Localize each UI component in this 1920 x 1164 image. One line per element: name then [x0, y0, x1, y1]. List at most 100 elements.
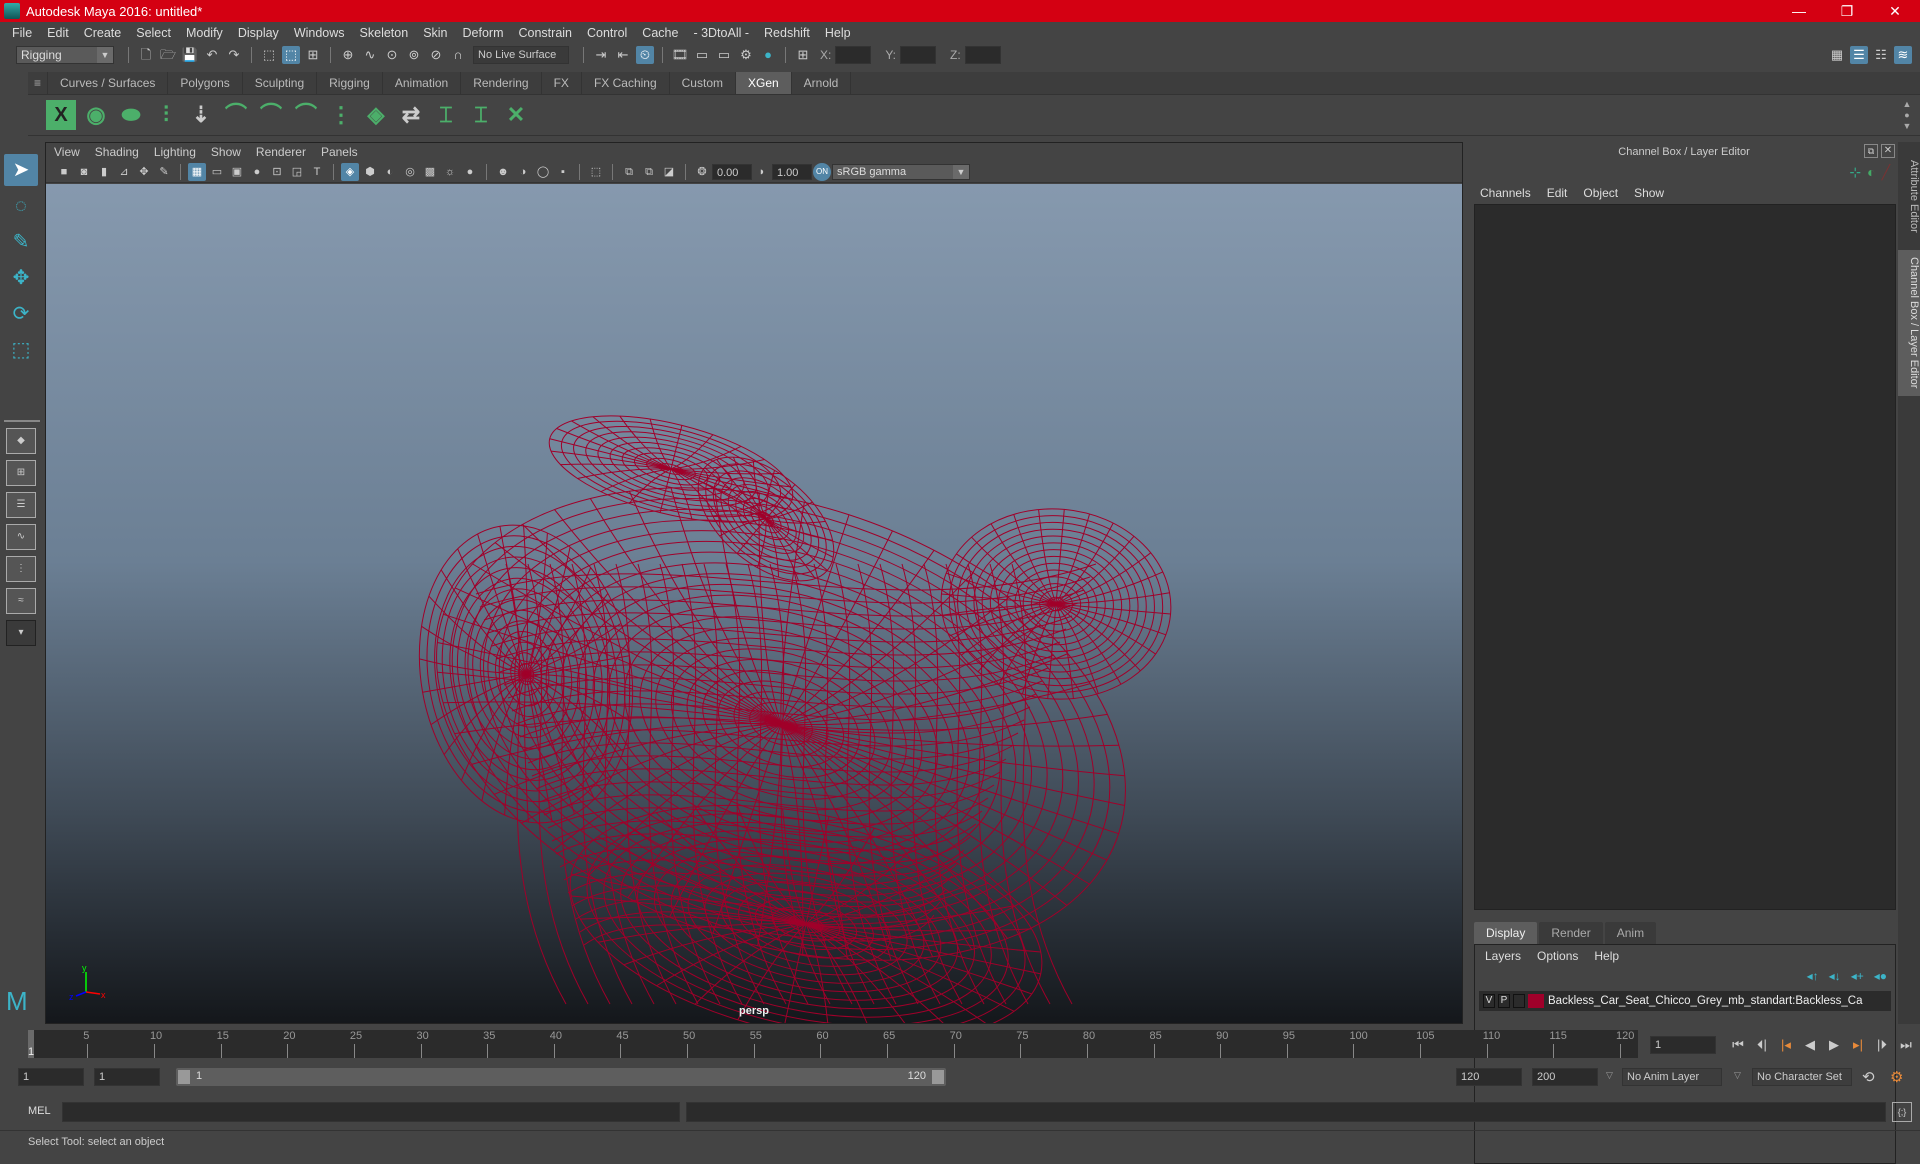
guide-box-icon[interactable]: ⌶: [466, 100, 496, 130]
2d-pan-zoom-icon[interactable]: ✥: [135, 163, 153, 181]
cb-menu-edit[interactable]: Edit: [1547, 186, 1568, 200]
isolate-select-icon[interactable]: ⬚: [587, 163, 605, 181]
bookmark-icon[interactable]: ▮: [95, 163, 113, 181]
snap-projected-icon[interactable]: ⊚: [405, 46, 423, 64]
character-set-dropdown[interactable]: No Character Set: [1752, 1068, 1852, 1086]
new-empty-layer-icon[interactable]: ◂+: [1851, 969, 1864, 983]
lasso-tool-icon[interactable]: ◌: [4, 190, 38, 222]
color-management-toggle-icon[interactable]: ON: [813, 162, 831, 181]
animation-end-field[interactable]: 200: [1532, 1068, 1598, 1086]
tool-settings-icon[interactable]: ☷: [1872, 46, 1890, 64]
vp-menu-show[interactable]: Show: [211, 145, 241, 159]
layer-row[interactable]: V P Backless_Car_Seat_Chicco_Grey_mb_sta…: [1479, 991, 1891, 1011]
gate-mask-icon[interactable]: ●: [248, 163, 266, 181]
shelf-tab-fx-caching[interactable]: FX Caching: [582, 72, 670, 94]
cb-menu-channels[interactable]: Channels: [1480, 186, 1531, 200]
screen-space-ao-icon[interactable]: ☻: [494, 163, 512, 181]
menu-constrain[interactable]: Constrain: [519, 26, 573, 40]
resolution-gate-icon[interactable]: ▣: [228, 163, 246, 181]
playback-end-field[interactable]: 120: [1456, 1068, 1522, 1086]
close-button[interactable]: ✕: [1872, 0, 1918, 22]
more-layouts-icon[interactable]: ▾: [6, 620, 36, 646]
shelf-tab-arnold[interactable]: Arnold: [792, 72, 852, 94]
menu-skin[interactable]: Skin: [423, 26, 447, 40]
restore-button[interactable]: ❐: [1824, 0, 1870, 22]
menu-create[interactable]: Create: [84, 26, 122, 40]
current-frame-field[interactable]: 1: [1650, 1036, 1716, 1054]
snap-grid-icon[interactable]: ⊕: [339, 46, 357, 64]
shadows-icon[interactable]: ●: [461, 163, 479, 181]
input-ops-icon[interactable]: ⇥: [592, 46, 610, 64]
preview-icon[interactable]: ◉: [81, 100, 111, 130]
xray-joints-icon[interactable]: ⧉: [620, 163, 638, 181]
animation-start-field[interactable]: 1: [18, 1068, 84, 1086]
make-live-icon[interactable]: ∩: [449, 46, 467, 64]
layer-tab-display[interactable]: Display: [1474, 922, 1538, 944]
layer-visibility-toggle[interactable]: V: [1483, 994, 1495, 1008]
render-frame-icon[interactable]: ▭: [693, 46, 711, 64]
hypershade-persp-layout-icon[interactable]: ⋮: [6, 556, 36, 582]
play-forwards-icon[interactable]: ▶: [1822, 1037, 1846, 1053]
split-guides-icon[interactable]: ⋮: [326, 100, 356, 130]
step-back-key-icon[interactable]: |◂: [1774, 1037, 1798, 1053]
shelf-menu-icon[interactable]: ≡: [28, 72, 49, 94]
vp-menu-panels[interactable]: Panels: [321, 145, 358, 159]
depth-of-field-icon[interactable]: ▪: [554, 163, 572, 181]
scale-tool-icon[interactable]: ⬚: [4, 334, 38, 366]
clear-preview-icon[interactable]: ⬬: [116, 100, 146, 130]
step-forward-key-icon[interactable]: ▸|: [1846, 1037, 1870, 1053]
lock-guides-icon[interactable]: ⌒: [291, 100, 321, 130]
show-guides-icon[interactable]: ⌒: [256, 100, 286, 130]
grease-pencil-icon[interactable]: ✎: [155, 163, 173, 181]
undo-icon[interactable]: ↶: [203, 46, 221, 64]
layer-menu-layers[interactable]: Layers: [1485, 949, 1521, 963]
wireframe-on-shaded-icon[interactable]: ◐: [381, 163, 399, 181]
menuset-dropdown[interactable]: Rigging ▼: [16, 46, 114, 64]
outliner-persp-layout-icon[interactable]: ☰: [6, 492, 36, 518]
safe-action-icon[interactable]: ◲: [288, 163, 306, 181]
y-field[interactable]: [900, 46, 937, 64]
step-forward-icon[interactable]: |⏵: [1870, 1037, 1894, 1053]
ipr-render-icon[interactable]: ▭: [715, 46, 733, 64]
anti-aliasing-icon[interactable]: ◯: [534, 163, 552, 181]
manipulator-icon[interactable]: ⊹: [1849, 164, 1861, 181]
four-view-layout-icon[interactable]: ⊞: [6, 460, 36, 486]
hyper-icon[interactable]: ╱: [1882, 164, 1890, 181]
flip-guides-icon[interactable]: ⇄: [396, 100, 426, 130]
menu-redshift[interactable]: Redshift: [764, 26, 810, 40]
auto-key-icon[interactable]: ⟲: [1862, 1068, 1875, 1086]
command-language-label[interactable]: MEL: [28, 1105, 51, 1117]
shelf-tab-sculpting[interactable]: Sculpting: [243, 72, 318, 94]
menu-select[interactable]: Select: [136, 26, 171, 40]
range-start-handle[interactable]: [178, 1070, 190, 1084]
shelf-scroll[interactable]: ▲ ● ▼: [1900, 99, 1914, 133]
menu-skeleton[interactable]: Skeleton: [360, 26, 409, 40]
live-surface-field[interactable]: No Live Surface: [473, 46, 569, 64]
place-icon[interactable]: ⇣: [186, 100, 216, 130]
time-slider[interactable]: 1 5 10 15 20 25 30 35 40 45 50 55 60 65 70 75 80 85 90 95 1…: [28, 1030, 1638, 1058]
layer-menu-help[interactable]: Help: [1594, 949, 1619, 963]
playback-start-field[interactable]: 1: [94, 1068, 160, 1086]
new-scene-icon[interactable]: 🗋: [137, 46, 155, 64]
step-back-icon[interactable]: ⏴|: [1750, 1037, 1774, 1053]
vp-menu-lighting[interactable]: Lighting: [154, 145, 196, 159]
rotate-tool-icon[interactable]: ⟳: [4, 298, 38, 330]
layer-menu-options[interactable]: Options: [1537, 949, 1578, 963]
save-scene-icon[interactable]: 💾: [181, 46, 199, 64]
camera-attributes-icon[interactable]: ◙: [75, 163, 93, 181]
backface-culling-icon[interactable]: ◪: [660, 163, 678, 181]
construction-history-icon[interactable]: ⏲: [636, 46, 654, 64]
character-set-chevron-icon[interactable]: ▽: [1734, 1070, 1741, 1081]
xray-active-icon[interactable]: ⧉: [640, 163, 658, 181]
go-to-end-icon[interactable]: ⏭: [1894, 1037, 1918, 1053]
side-tab-channel-box[interactable]: Channel Box / Layer Editor: [1898, 250, 1920, 396]
layer-display-type-toggle[interactable]: [1513, 994, 1525, 1008]
transform-mode-icon[interactable]: ⊞: [794, 46, 812, 64]
redo-icon[interactable]: ↷: [225, 46, 243, 64]
channel-box-toggle-icon[interactable]: ≋: [1894, 46, 1912, 64]
xray-icon[interactable]: ◎: [401, 163, 419, 181]
modeling-toolkit-icon[interactable]: ▦: [1828, 46, 1846, 64]
new-layer-from-selection-icon[interactable]: ◂●: [1874, 969, 1887, 983]
viewport-scene[interactable]: y x z persp: [46, 184, 1462, 1023]
menu-deform[interactable]: Deform: [463, 26, 504, 40]
